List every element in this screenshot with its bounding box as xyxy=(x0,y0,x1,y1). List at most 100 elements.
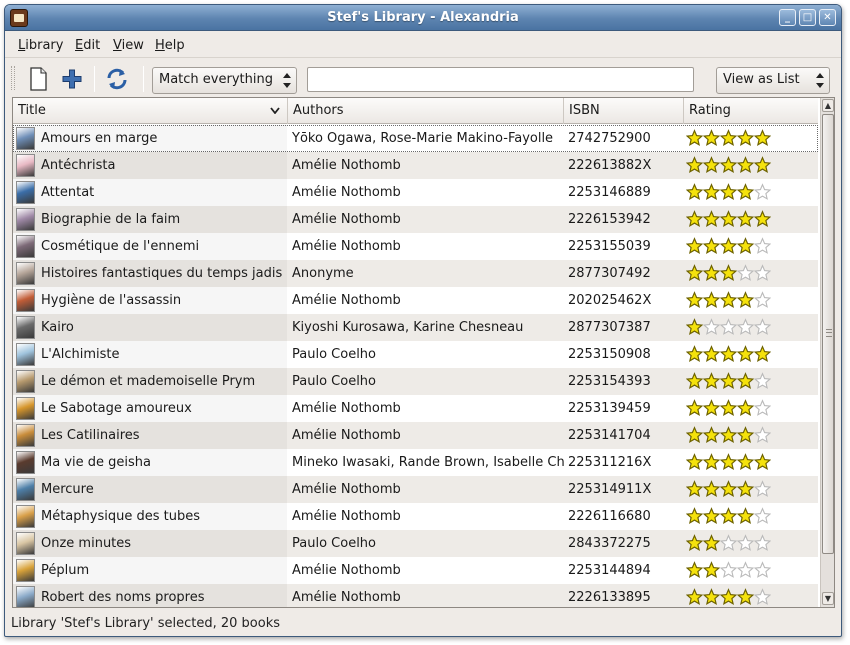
star-filled-icon[interactable] xyxy=(686,426,703,444)
rating-stars[interactable] xyxy=(686,399,771,417)
table-row[interactable]: Antéchrista Amélie Nothomb 222613882X xyxy=(13,152,818,179)
star-filled-icon[interactable] xyxy=(703,534,720,552)
star-empty-icon[interactable] xyxy=(737,561,754,579)
rating-stars[interactable] xyxy=(686,561,771,579)
star-filled-icon[interactable] xyxy=(703,372,720,390)
star-filled-icon[interactable] xyxy=(737,453,754,471)
title-bar[interactable]: Stef's Library - Alexandria _ □ ✕ xyxy=(5,5,841,31)
rating-stars[interactable] xyxy=(686,507,771,525)
star-empty-icon[interactable] xyxy=(754,588,771,606)
refresh-button[interactable] xyxy=(102,64,132,94)
star-filled-icon[interactable] xyxy=(686,156,703,174)
column-header-authors[interactable]: Authors xyxy=(288,98,564,124)
star-filled-icon[interactable] xyxy=(686,318,703,336)
star-empty-icon[interactable] xyxy=(720,318,737,336)
new-book-button[interactable] xyxy=(23,64,53,94)
rating-stars[interactable] xyxy=(686,426,771,444)
rating-stars[interactable] xyxy=(686,318,771,336)
star-filled-icon[interactable] xyxy=(720,426,737,444)
star-empty-icon[interactable] xyxy=(754,426,771,444)
star-filled-icon[interactable] xyxy=(703,264,720,282)
rating-stars[interactable] xyxy=(686,264,771,282)
star-filled-icon[interactable] xyxy=(686,345,703,363)
star-filled-icon[interactable] xyxy=(720,453,737,471)
star-filled-icon[interactable] xyxy=(686,453,703,471)
star-filled-icon[interactable] xyxy=(686,561,703,579)
star-empty-icon[interactable] xyxy=(737,264,754,282)
menu-library[interactable]: Library xyxy=(18,38,63,53)
table-row[interactable]: Le démon et mademoiselle Prym Paulo Coelh… xyxy=(13,368,818,395)
star-empty-icon[interactable] xyxy=(754,480,771,498)
table-row[interactable]: Onze minutes Paulo Coelho 2843372275 xyxy=(13,530,818,557)
star-empty-icon[interactable] xyxy=(754,291,771,309)
close-button[interactable]: ✕ xyxy=(819,9,836,26)
star-filled-icon[interactable] xyxy=(703,426,720,444)
view-combo[interactable]: View as List xyxy=(716,67,830,94)
star-empty-icon[interactable] xyxy=(703,318,720,336)
scroll-down-icon[interactable]: ▼ xyxy=(822,592,834,605)
rating-stars[interactable] xyxy=(686,210,771,228)
star-filled-icon[interactable] xyxy=(703,291,720,309)
star-filled-icon[interactable] xyxy=(686,480,703,498)
star-filled-icon[interactable] xyxy=(737,399,754,417)
menu-help[interactable]: Help xyxy=(155,38,185,53)
star-empty-icon[interactable] xyxy=(754,399,771,417)
table-row[interactable]: Cosmétique de l'ennemi Amélie Nothomb 2253… xyxy=(13,233,818,260)
table-row[interactable]: Ma vie de geisha Mineko Iwasaki, Rande Br… xyxy=(13,449,818,476)
star-filled-icon[interactable] xyxy=(720,372,737,390)
star-filled-icon[interactable] xyxy=(703,561,720,579)
star-filled-icon[interactable] xyxy=(686,210,703,228)
table-row[interactable]: Les Catilinaires Amélie Nothomb 2253141704 xyxy=(13,422,818,449)
star-filled-icon[interactable] xyxy=(754,345,771,363)
column-header-title[interactable]: Title xyxy=(13,98,288,124)
star-filled-icon[interactable] xyxy=(703,480,720,498)
search-field[interactable] xyxy=(308,68,693,91)
star-filled-icon[interactable] xyxy=(737,480,754,498)
star-filled-icon[interactable] xyxy=(737,129,754,147)
star-filled-icon[interactable] xyxy=(720,183,737,201)
star-filled-icon[interactable] xyxy=(703,129,720,147)
star-empty-icon[interactable] xyxy=(754,183,771,201)
star-filled-icon[interactable] xyxy=(720,264,737,282)
star-filled-icon[interactable] xyxy=(686,237,703,255)
search-input[interactable] xyxy=(307,67,694,92)
menu-view[interactable]: View xyxy=(113,38,144,53)
table-row[interactable]: Amours en marge Yōko Ogawa, Rose-Marie Ma… xyxy=(13,125,818,152)
star-filled-icon[interactable] xyxy=(720,210,737,228)
rating-stars[interactable] xyxy=(686,480,771,498)
vertical-scrollbar[interactable]: ▲ ▼ xyxy=(820,98,834,607)
star-filled-icon[interactable] xyxy=(703,399,720,417)
rating-stars[interactable] xyxy=(686,534,771,552)
table-row[interactable]: Mercure Amélie Nothomb 225314911X xyxy=(13,476,818,503)
star-filled-icon[interactable] xyxy=(720,507,737,525)
star-filled-icon[interactable] xyxy=(686,129,703,147)
toolbar-grip[interactable] xyxy=(11,66,15,90)
star-filled-icon[interactable] xyxy=(686,588,703,606)
star-filled-icon[interactable] xyxy=(754,453,771,471)
star-filled-icon[interactable] xyxy=(737,507,754,525)
star-filled-icon[interactable] xyxy=(703,210,720,228)
star-filled-icon[interactable] xyxy=(686,264,703,282)
star-filled-icon[interactable] xyxy=(720,129,737,147)
star-filled-icon[interactable] xyxy=(686,534,703,552)
star-empty-icon[interactable] xyxy=(754,264,771,282)
column-header-isbn[interactable]: ISBN xyxy=(564,98,684,124)
rating-stars[interactable] xyxy=(686,453,771,471)
rating-stars[interactable] xyxy=(686,291,771,309)
maximize-button[interactable]: □ xyxy=(799,9,816,26)
star-filled-icon[interactable] xyxy=(737,345,754,363)
table-row[interactable]: Le Sabotage amoureux Amélie Nothomb 225313… xyxy=(13,395,818,422)
star-filled-icon[interactable] xyxy=(720,480,737,498)
star-filled-icon[interactable] xyxy=(703,237,720,255)
star-filled-icon[interactable] xyxy=(720,345,737,363)
star-filled-icon[interactable] xyxy=(686,507,703,525)
star-filled-icon[interactable] xyxy=(720,399,737,417)
rating-stars[interactable] xyxy=(686,237,771,255)
star-filled-icon[interactable] xyxy=(720,291,737,309)
table-row[interactable]: Métaphysique des tubes Amélie Nothomb 2226… xyxy=(13,503,818,530)
star-filled-icon[interactable] xyxy=(737,588,754,606)
star-filled-icon[interactable] xyxy=(737,156,754,174)
star-filled-icon[interactable] xyxy=(754,156,771,174)
star-empty-icon[interactable] xyxy=(720,534,737,552)
table-row[interactable]: Hygiène de l'assassin Amélie Nothomb 20202… xyxy=(13,287,818,314)
